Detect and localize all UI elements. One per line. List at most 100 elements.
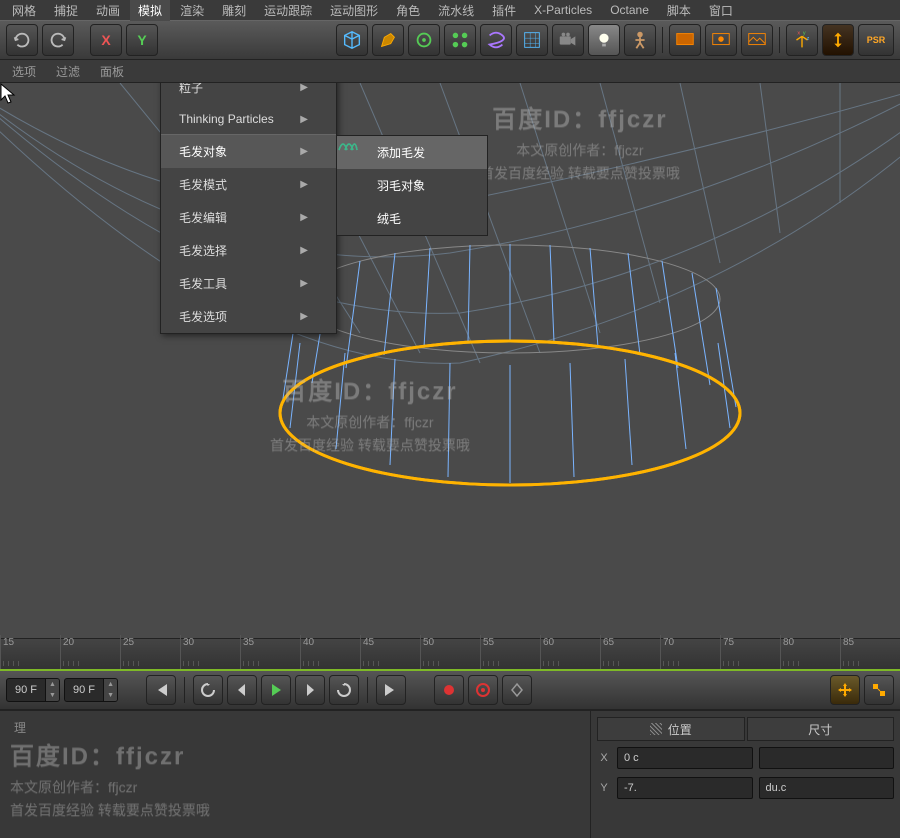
light-button[interactable]: [588, 24, 620, 56]
spin-down[interactable]: ▼: [103, 690, 117, 701]
camera-button[interactable]: [552, 24, 584, 56]
play-button[interactable]: [261, 675, 291, 705]
menu-item-5[interactable]: 毛发模式▶: [161, 168, 336, 201]
render-settings-button[interactable]: [705, 24, 737, 56]
spline-pen-button[interactable]: [372, 24, 404, 56]
next-frame-button[interactable]: [295, 675, 325, 705]
undo-button[interactable]: [6, 24, 38, 56]
spin-up[interactable]: ▲: [45, 679, 59, 690]
prev-key-button[interactable]: [193, 675, 223, 705]
tab-size[interactable]: 尺寸: [747, 717, 895, 741]
menu-Octane[interactable]: Octane: [602, 1, 657, 19]
keyframe-selection-button[interactable]: [502, 675, 532, 705]
prev-frame-button[interactable]: [227, 675, 257, 705]
timeline-ruler[interactable]: 152025303540455055606570758085: [0, 638, 900, 671]
timeline-tick[interactable]: 50: [420, 635, 480, 669]
menu-流水线[interactable]: 流水线: [430, 0, 482, 21]
menu-捕捉[interactable]: 捕捉: [46, 0, 86, 21]
menu-脚本[interactable]: 脚本: [659, 0, 699, 21]
frame-end-field[interactable]: 90 F▲▼: [64, 678, 118, 702]
menu-item-9[interactable]: 毛发选项▶: [161, 300, 336, 333]
hair-submenu[interactable]: 添加毛发羽毛对象绒毛: [336, 135, 488, 236]
submenu-item-2[interactable]: 绒毛: [337, 202, 487, 235]
menu-item-4[interactable]: 毛发对象▶添加毛发羽毛对象绒毛: [161, 134, 336, 168]
subbar-选项[interactable]: 选项: [12, 63, 36, 80]
environment-button[interactable]: [516, 24, 548, 56]
menu-X-Particles[interactable]: X-Particles: [526, 1, 600, 19]
menu-运动图形[interactable]: 运动图形: [322, 0, 386, 21]
submenu-arrow-icon: ▶: [300, 146, 308, 157]
timeline-tick[interactable]: 15: [0, 635, 60, 669]
deformer-button[interactable]: [480, 24, 512, 56]
submenu-item-1[interactable]: 羽毛对象: [337, 169, 487, 202]
goto-end-button[interactable]: [376, 675, 406, 705]
timeline-tick[interactable]: 35: [240, 635, 300, 669]
record-button[interactable]: [434, 675, 464, 705]
attribute-manager: 位置 尺寸 X 0 c Y -7. du.c: [591, 711, 900, 838]
subbar-面板[interactable]: 面板: [100, 63, 124, 80]
scale-tool-button[interactable]: [864, 675, 894, 705]
generator-button[interactable]: [408, 24, 440, 56]
picture-viewer-button[interactable]: [741, 24, 773, 56]
simulate-menu[interactable]: 布料▶动力学▶粒子▶Thinking Particles▶毛发对象▶添加毛发羽毛…: [160, 83, 337, 334]
array-button[interactable]: [444, 24, 476, 56]
menu-窗口[interactable]: 窗口: [701, 0, 741, 21]
timeline-tick[interactable]: 65: [600, 635, 660, 669]
scale-button[interactable]: [822, 24, 854, 56]
svg-text:y: y: [803, 31, 806, 37]
menu-渲染[interactable]: 渲染: [172, 0, 212, 21]
cube-primitive-button[interactable]: [336, 24, 368, 56]
psr-button[interactable]: PSR: [858, 24, 894, 56]
x-right-field[interactable]: [759, 747, 895, 769]
menu-雕刻[interactable]: 雕刻: [214, 0, 254, 21]
menu-模拟[interactable]: 模拟: [130, 0, 170, 21]
submenu-arrow-icon: ▶: [300, 245, 308, 256]
timeline-tick[interactable]: 60: [540, 635, 600, 669]
menu-item-7[interactable]: 毛发选择▶: [161, 234, 336, 267]
timeline-tick[interactable]: 20: [60, 635, 120, 669]
y-value-field[interactable]: -7.: [617, 777, 753, 799]
x-value-field[interactable]: 0 c: [617, 747, 753, 769]
frame-start-field[interactable]: 90 F▲▼: [6, 678, 60, 702]
goto-start-button[interactable]: [146, 675, 176, 705]
render-view-button[interactable]: [669, 24, 701, 56]
menu-bar: 网格捕捉动画模拟渲染雕刻运动跟踪运动图形角色流水线插件X-ParticlesOc…: [0, 0, 900, 20]
menu-item-8[interactable]: 毛发工具▶: [161, 267, 336, 300]
feather-icon: [347, 178, 369, 194]
y-right-field[interactable]: du.c: [759, 777, 895, 799]
spin-up[interactable]: ▲: [103, 679, 117, 690]
figure-button[interactable]: [624, 24, 656, 56]
autokey-button[interactable]: [468, 675, 498, 705]
menu-角色[interactable]: 角色: [388, 0, 428, 21]
separator: [367, 677, 368, 703]
menu-item-6[interactable]: 毛发编辑▶: [161, 201, 336, 234]
redo-button[interactable]: [42, 24, 74, 56]
coord-system-button[interactable]: xyz: [786, 24, 818, 56]
menu-item-2[interactable]: 粒子▶: [161, 83, 336, 104]
timeline-tick[interactable]: 40: [300, 635, 360, 669]
menu-插件[interactable]: 插件: [484, 0, 524, 21]
axis-x-toggle[interactable]: X: [90, 24, 122, 56]
submenu-item-0[interactable]: 添加毛发: [337, 136, 487, 169]
timeline-tick[interactable]: 70: [660, 635, 720, 669]
next-key-button[interactable]: [329, 675, 359, 705]
tab-position[interactable]: 位置: [597, 717, 745, 741]
viewport[interactable]: 布料▶动力学▶粒子▶Thinking Particles▶毛发对象▶添加毛发羽毛…: [0, 83, 900, 638]
menu-item-3[interactable]: Thinking Particles▶: [161, 104, 336, 134]
timeline-tick[interactable]: 25: [120, 635, 180, 669]
menu-动画[interactable]: 动画: [88, 0, 128, 21]
timeline-tick[interactable]: 75: [720, 635, 780, 669]
subbar-过滤[interactable]: 过滤: [56, 63, 80, 80]
timeline-tick[interactable]: 30: [180, 635, 240, 669]
main-toolbar: X Y xyz PSR: [0, 20, 900, 60]
timeline-tick[interactable]: 45: [360, 635, 420, 669]
spin-down[interactable]: ▼: [45, 690, 59, 701]
axis-y-toggle[interactable]: Y: [126, 24, 158, 56]
menu-网格[interactable]: 网格: [4, 0, 44, 21]
viewport-sub-bar: 选项 过滤 面板: [0, 60, 900, 83]
move-tool-button[interactable]: [830, 675, 860, 705]
timeline-tick[interactable]: 55: [480, 635, 540, 669]
timeline-tick[interactable]: 85: [840, 635, 900, 669]
menu-运动跟踪[interactable]: 运动跟踪: [256, 0, 320, 21]
timeline-tick[interactable]: 80: [780, 635, 840, 669]
